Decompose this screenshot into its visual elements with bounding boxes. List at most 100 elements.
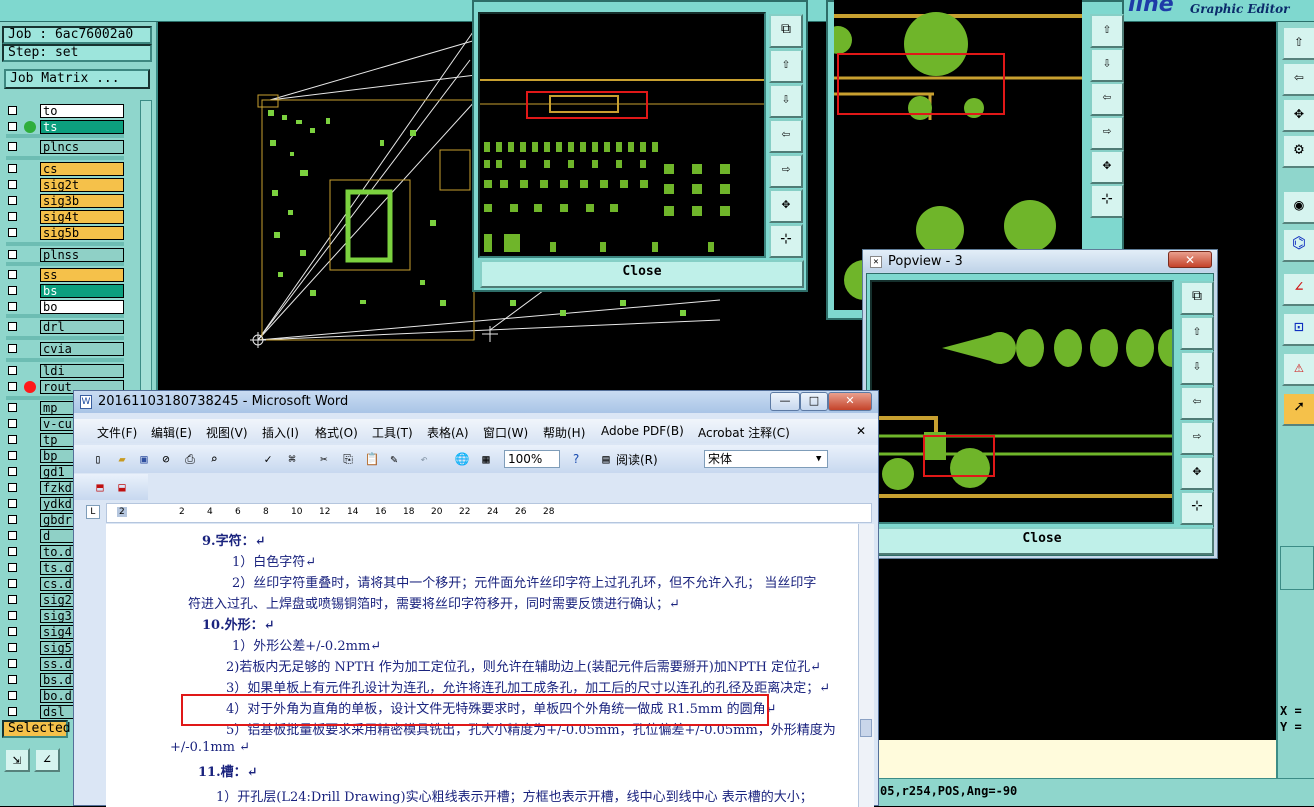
layer-name[interactable]: bo bbox=[40, 300, 124, 314]
menu-acrobat-comments[interactable]: Acrobat 注释(C) bbox=[698, 424, 790, 441]
menu-adobe-pdf[interactable]: Adobe PDF(B) bbox=[601, 424, 684, 438]
layer-checkbox[interactable] bbox=[8, 322, 17, 331]
layer-checkbox[interactable] bbox=[8, 106, 17, 115]
popview-1-pan-up-icon[interactable]: ⇧ bbox=[769, 49, 803, 83]
layer-checkbox[interactable] bbox=[8, 627, 17, 636]
open-icon[interactable]: ▰ bbox=[114, 451, 130, 467]
tool-net-icon[interactable]: ⌬ bbox=[1282, 228, 1314, 262]
menu-table[interactable]: 表格(A) bbox=[427, 424, 469, 441]
convert-to-pdf-icon[interactable]: ⬒ bbox=[92, 479, 108, 495]
tool-warning-icon[interactable]: ⚠ bbox=[1282, 352, 1314, 386]
reading-layout-icon[interactable]: ▤ bbox=[598, 451, 614, 467]
layer-row[interactable]: to bbox=[6, 104, 124, 118]
layer-name[interactable]: plnss bbox=[40, 248, 124, 262]
layer-checkbox[interactable] bbox=[8, 286, 17, 295]
popview-2-zoom-in-icon[interactable]: ✥ bbox=[1090, 150, 1124, 184]
popview-3-canvas[interactable] bbox=[870, 280, 1174, 524]
layer-checkbox[interactable] bbox=[8, 302, 17, 311]
menu-format[interactable]: 格式(O) bbox=[315, 424, 358, 441]
new-icon[interactable]: ▯ bbox=[90, 451, 106, 467]
layer-checkbox[interactable] bbox=[8, 270, 17, 279]
popview-3-zoom-in-icon[interactable]: ✥ bbox=[1180, 456, 1214, 490]
layer-name[interactable]: sig5b bbox=[40, 226, 124, 240]
popview-2-pan-left-icon[interactable]: ⇦ bbox=[1090, 82, 1124, 116]
layer-checkbox[interactable] bbox=[8, 659, 17, 668]
word-titlebar[interactable]: W 20161103180738245 - Microsoft Word — □… bbox=[74, 391, 878, 413]
menu-close-icon[interactable]: ✕ bbox=[856, 424, 866, 438]
layer-checkbox[interactable] bbox=[8, 691, 17, 700]
layer-checkbox[interactable] bbox=[8, 180, 17, 189]
layer-checkbox[interactable] bbox=[8, 707, 17, 716]
print-icon[interactable]: ⎙ bbox=[182, 451, 198, 467]
layer-checkbox[interactable] bbox=[8, 595, 17, 604]
layer-name[interactable]: bs bbox=[40, 284, 124, 298]
layer-checkbox[interactable] bbox=[8, 164, 17, 173]
pdf-email-icon[interactable]: ⬓ bbox=[114, 479, 130, 495]
reading-layout-button[interactable]: 阅读(R) bbox=[616, 451, 658, 468]
popview-2-zoom-out-icon[interactable]: ⊹ bbox=[1090, 184, 1124, 218]
undo-icon[interactable]: ↶ bbox=[416, 451, 432, 467]
layer-checkbox[interactable] bbox=[8, 611, 17, 620]
layer-row[interactable]: bs bbox=[6, 284, 124, 298]
layer-row[interactable]: cs bbox=[6, 162, 124, 176]
layer-checkbox[interactable] bbox=[8, 643, 17, 652]
layer-checkbox[interactable] bbox=[8, 579, 17, 588]
permission-icon[interactable]: ⊘ bbox=[158, 451, 174, 467]
research-icon[interactable]: ⌘ bbox=[284, 451, 300, 467]
menu-insert[interactable]: 插入(I) bbox=[262, 424, 299, 441]
layer-checkbox[interactable] bbox=[8, 142, 17, 151]
right-scroll-area[interactable] bbox=[1280, 546, 1314, 590]
menu-file[interactable]: 文件(F) bbox=[97, 424, 137, 441]
word-minimize-button[interactable]: — bbox=[770, 392, 800, 411]
layer-checkbox[interactable] bbox=[8, 467, 17, 476]
measure-tool-icon[interactable]: ∠ bbox=[34, 748, 60, 772]
horizontal-ruler[interactable]: 2 2 4 6 8 10 12 14 16 18 20 22 24 26 28 bbox=[106, 503, 872, 523]
save-icon[interactable]: ▣ bbox=[136, 451, 152, 467]
layer-row[interactable]: sig4t bbox=[6, 210, 124, 224]
layer-row[interactable]: sig5b bbox=[6, 226, 124, 240]
popview-1-close-button[interactable]: Close bbox=[480, 260, 804, 288]
layer-name[interactable]: sig4t bbox=[40, 210, 124, 224]
popview-1-zoom-fit-icon[interactable]: ⧉ bbox=[769, 14, 803, 48]
layer-checkbox[interactable] bbox=[8, 212, 17, 221]
layer-checkbox[interactable] bbox=[8, 228, 17, 237]
tool-left-icon[interactable]: ⇦ bbox=[1282, 62, 1314, 96]
layer-checkbox[interactable] bbox=[8, 382, 17, 391]
zoom-tool-icon[interactable]: ⇲ bbox=[4, 748, 30, 772]
layer-name[interactable]: cvia bbox=[40, 342, 124, 356]
font-select[interactable]: 宋体 bbox=[704, 450, 828, 468]
layer-checkbox[interactable] bbox=[8, 196, 17, 205]
tool-select-icon[interactable]: ◉ bbox=[1282, 190, 1314, 224]
layer-checkbox[interactable] bbox=[8, 515, 17, 524]
layer-row[interactable]: plncs bbox=[6, 140, 124, 154]
word-maximize-button[interactable]: □ bbox=[800, 392, 828, 411]
print-preview-icon[interactable]: ⌕ bbox=[206, 451, 222, 467]
layer-checkbox[interactable] bbox=[8, 483, 17, 492]
popview-1-pan-left-icon[interactable]: ⇦ bbox=[769, 119, 803, 153]
layer-checkbox[interactable] bbox=[8, 451, 17, 460]
popview-3-zoom-fit-icon[interactable]: ⧉ bbox=[1180, 281, 1214, 315]
chevron-down-icon[interactable]: ▼ bbox=[816, 454, 821, 464]
layer-checkbox[interactable] bbox=[8, 499, 17, 508]
popview-3-zoom-out-icon[interactable]: ⊹ bbox=[1180, 491, 1214, 525]
popview-1-pan-right-icon[interactable]: ⇨ bbox=[769, 154, 803, 188]
layer-row[interactable]: sig3b bbox=[6, 194, 124, 208]
layer-name[interactable]: plncs bbox=[40, 140, 124, 154]
popview-1-zoom-out-icon[interactable]: ⊹ bbox=[769, 224, 803, 258]
layer-row[interactable]: cvia bbox=[6, 342, 124, 356]
spelling-icon[interactable]: ✓ bbox=[260, 451, 276, 467]
layer-checkbox[interactable] bbox=[8, 403, 17, 412]
vertical-scrollbar[interactable] bbox=[858, 524, 874, 807]
cut-icon[interactable]: ✂ bbox=[316, 451, 332, 467]
layer-row[interactable]: ldi bbox=[6, 364, 124, 378]
popview-3-pan-up-icon[interactable]: ⇧ bbox=[1180, 316, 1214, 350]
popview-3-pan-down-icon[interactable]: ⇩ bbox=[1180, 351, 1214, 385]
menu-help[interactable]: 帮助(H) bbox=[543, 424, 585, 441]
scrollbar-thumb[interactable] bbox=[860, 719, 872, 737]
format-painter-icon[interactable]: ✎ bbox=[386, 451, 402, 467]
layer-checkbox[interactable] bbox=[8, 547, 17, 556]
layer-checkbox[interactable] bbox=[8, 344, 17, 353]
popview-2-pan-right-icon[interactable]: ⇨ bbox=[1090, 116, 1124, 150]
popview-3-close-icon[interactable]: ✕ bbox=[1168, 251, 1212, 268]
layer-name[interactable]: ss bbox=[40, 268, 124, 282]
